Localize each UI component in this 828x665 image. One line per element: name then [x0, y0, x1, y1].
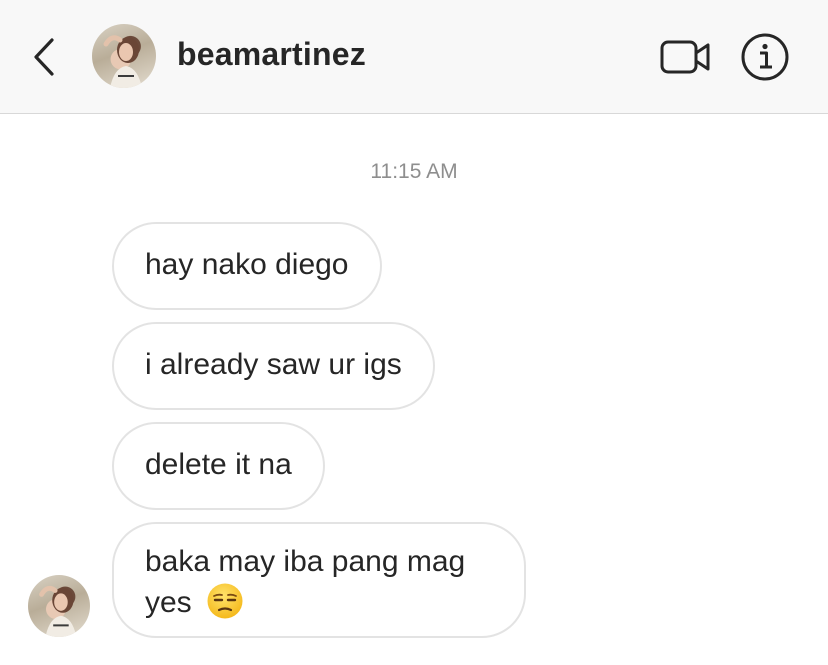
chevron-left-icon — [34, 38, 54, 76]
message-text: baka may iba pang mag yes — [145, 545, 466, 619]
message-timestamp: 11:15 AM — [370, 160, 458, 183]
info-circle-icon — [741, 33, 789, 81]
unamused-face-emoji — [207, 583, 243, 619]
message-text: i already saw ur igs — [145, 348, 402, 381]
chat-username[interactable]: beamartinez — [177, 36, 366, 73]
video-call-button[interactable] — [660, 38, 712, 76]
avatar[interactable] — [92, 24, 156, 88]
sender-avatar[interactable] — [28, 575, 90, 637]
chat-header: beamartinez — [0, 0, 828, 114]
back-button[interactable] — [28, 36, 62, 78]
info-button[interactable] — [740, 32, 790, 82]
profile-photo — [103, 35, 142, 88]
message-bubble[interactable]: hay nako diego — [112, 222, 382, 310]
profile-photo — [39, 585, 77, 637]
video-camera-icon — [660, 40, 710, 74]
message-bubble[interactable]: delete it na — [112, 422, 325, 510]
message-bubble[interactable]: baka may iba pang mag yes — [112, 522, 526, 638]
message-bubble[interactable]: i already saw ur igs — [112, 322, 435, 410]
message-text: delete it na — [145, 448, 292, 481]
message-text: hay nako diego — [145, 248, 349, 281]
